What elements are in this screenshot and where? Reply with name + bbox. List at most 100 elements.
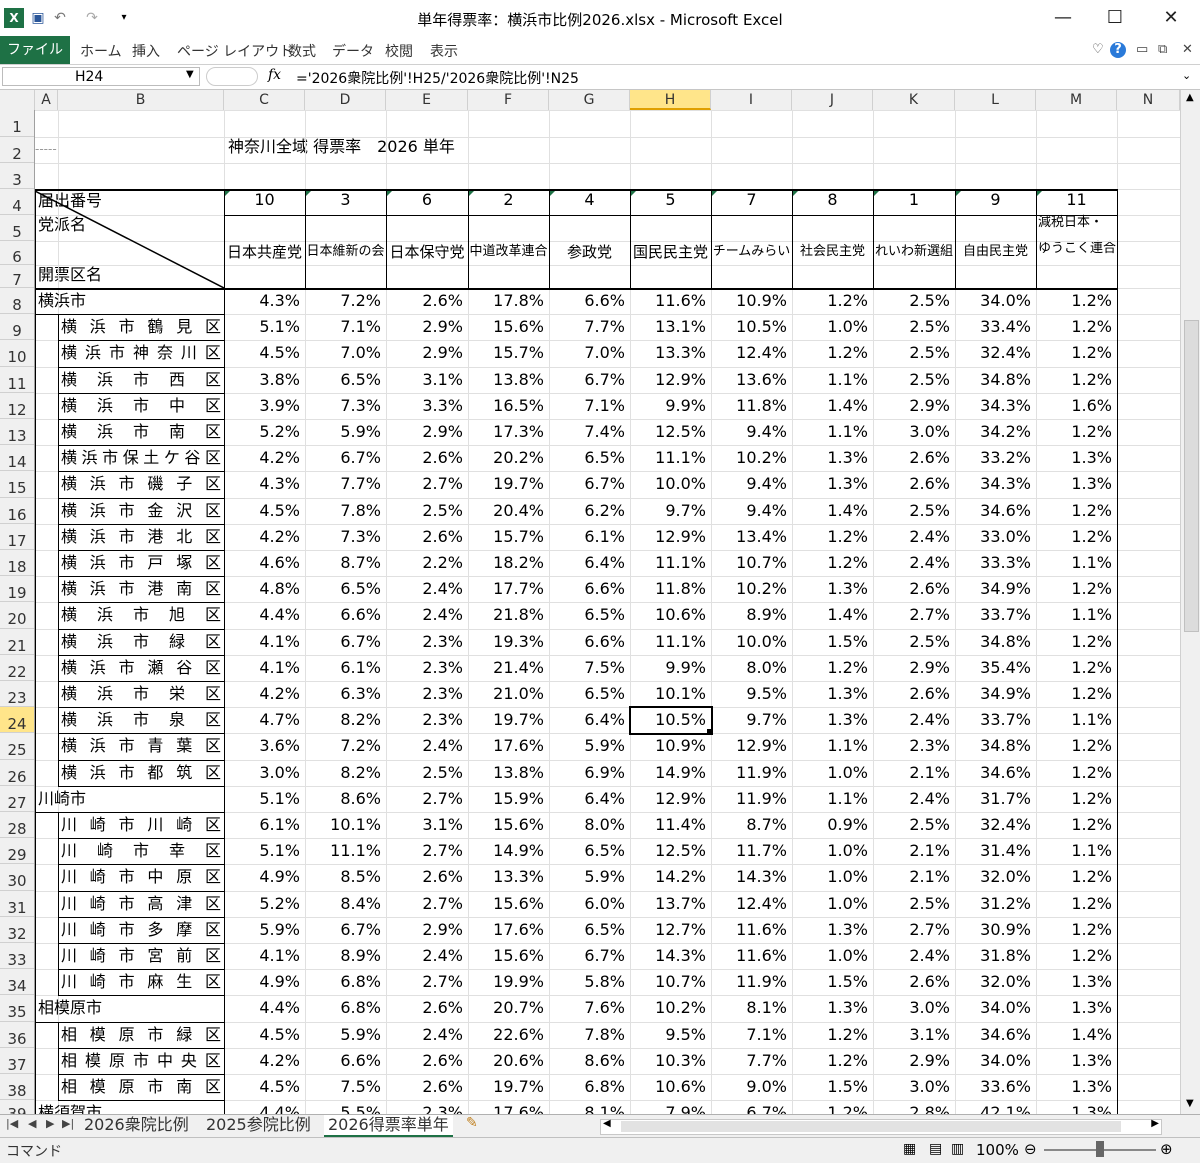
tab-view[interactable]: 表示 bbox=[430, 41, 458, 61]
value-cell[interactable]: 14.3% bbox=[630, 943, 706, 969]
value-cell[interactable]: 2.6% bbox=[873, 471, 950, 497]
party-name-cell[interactable]: 中道改革連合 bbox=[468, 239, 549, 265]
value-cell[interactable]: 20.4% bbox=[468, 498, 544, 524]
value-cell[interactable]: 5.1% bbox=[224, 838, 300, 864]
tab-review[interactable]: 校閲 bbox=[385, 41, 413, 61]
value-cell[interactable]: 34.3% bbox=[955, 471, 1031, 497]
value-cell[interactable]: 2.9% bbox=[386, 340, 463, 366]
ward-name-cell[interactable]: 横浜市都筑区 bbox=[61, 760, 221, 786]
value-cell[interactable]: 2.7% bbox=[873, 917, 950, 943]
value-cell[interactable]: 2.6% bbox=[386, 1074, 463, 1100]
row-header[interactable]: 22 bbox=[0, 655, 34, 681]
value-cell[interactable]: 4.5% bbox=[224, 1022, 300, 1048]
value-cell[interactable]: 2.3% bbox=[386, 681, 463, 707]
value-cell[interactable]: 4.6% bbox=[224, 550, 300, 576]
value-cell[interactable]: 4.5% bbox=[224, 498, 300, 524]
value-cell[interactable]: 4.1% bbox=[224, 655, 300, 681]
party-name-cell[interactable]: 国民民主党 bbox=[630, 239, 711, 265]
insert-function-icon[interactable]: fx bbox=[268, 67, 281, 83]
value-cell[interactable]: 12.9% bbox=[630, 367, 706, 393]
value-cell[interactable]: 8.9% bbox=[711, 602, 787, 628]
value-cell[interactable]: 34.9% bbox=[955, 681, 1031, 707]
value-cell[interactable]: 8.0% bbox=[549, 812, 625, 838]
value-cell[interactable]: 4.2% bbox=[224, 445, 300, 471]
value-cell[interactable]: 1.3% bbox=[792, 707, 868, 733]
ward-name-cell[interactable]: 横浜市鶴見区 bbox=[61, 314, 221, 340]
value-cell[interactable]: 4.3% bbox=[224, 288, 300, 314]
value-cell[interactable]: 1.2% bbox=[1036, 314, 1112, 340]
value-cell[interactable]: 10.9% bbox=[711, 288, 787, 314]
value-cell[interactable]: 6.4% bbox=[549, 786, 625, 812]
value-cell[interactable]: 1.2% bbox=[1036, 419, 1112, 445]
value-cell[interactable]: 1.2% bbox=[1036, 340, 1112, 366]
scroll-thumb[interactable] bbox=[1184, 320, 1199, 632]
page-layout-view-icon[interactable]: ▤ bbox=[929, 1141, 942, 1157]
row-header[interactable]: 23 bbox=[0, 681, 34, 708]
value-cell[interactable]: 2.9% bbox=[873, 393, 950, 419]
value-cell[interactable]: 13.3% bbox=[630, 340, 706, 366]
value-cell[interactable]: 4.5% bbox=[224, 1074, 300, 1100]
value-cell[interactable]: 6.5% bbox=[549, 917, 625, 943]
formula-input[interactable]: ='2026衆院比例'!H25/'2026衆院比例'!N25 bbox=[296, 68, 579, 88]
column-header-g[interactable]: G bbox=[549, 90, 630, 110]
value-cell[interactable]: 7.2% bbox=[305, 733, 381, 759]
value-cell[interactable]: 7.3% bbox=[305, 393, 381, 419]
value-cell[interactable]: 14.9% bbox=[468, 838, 544, 864]
value-cell[interactable]: 1.2% bbox=[1036, 943, 1112, 969]
value-cell[interactable]: 32.0% bbox=[955, 969, 1031, 995]
value-cell[interactable]: 6.6% bbox=[305, 1048, 381, 1074]
value-cell[interactable]: 1.0% bbox=[792, 760, 868, 786]
value-cell[interactable]: 11.1% bbox=[630, 445, 706, 471]
ward-name-cell[interactable]: 横浜市瀬谷区 bbox=[61, 655, 221, 681]
scroll-up-icon[interactable]: ▲ bbox=[1186, 92, 1194, 103]
value-cell[interactable]: 2.6% bbox=[386, 288, 463, 314]
value-cell[interactable]: 1.1% bbox=[792, 367, 868, 393]
value-cell[interactable]: 1.3% bbox=[792, 681, 868, 707]
value-cell[interactable]: 4.4% bbox=[224, 995, 300, 1021]
row-header[interactable]: 37 bbox=[0, 1048, 34, 1074]
value-cell[interactable]: 4.7% bbox=[224, 707, 300, 733]
value-cell[interactable]: 13.8% bbox=[468, 367, 544, 393]
city-name-cell[interactable]: 横浜市 bbox=[38, 288, 218, 314]
value-cell[interactable]: 7.0% bbox=[549, 340, 625, 366]
value-cell[interactable]: 16.5% bbox=[468, 393, 544, 419]
value-cell[interactable]: 15.7% bbox=[468, 340, 544, 366]
value-cell[interactable]: 7.1% bbox=[549, 393, 625, 419]
column-header-n[interactable]: N bbox=[1117, 90, 1180, 110]
row-header[interactable]: 30 bbox=[0, 864, 34, 891]
value-cell[interactable]: 2.1% bbox=[873, 838, 950, 864]
value-cell[interactable]: 19.3% bbox=[468, 629, 544, 655]
row-header[interactable]: 15 bbox=[0, 471, 34, 498]
value-cell[interactable]: 4.1% bbox=[224, 943, 300, 969]
value-cell[interactable]: 12.9% bbox=[630, 524, 706, 550]
value-cell[interactable]: 2.3% bbox=[873, 733, 950, 759]
value-cell[interactable]: 2.7% bbox=[386, 838, 463, 864]
value-cell[interactable]: 21.8% bbox=[468, 602, 544, 628]
value-cell[interactable]: 2.5% bbox=[873, 367, 950, 393]
ward-name-cell[interactable]: 横浜市南区 bbox=[61, 419, 221, 445]
value-cell[interactable]: 4.2% bbox=[224, 524, 300, 550]
value-cell[interactable]: 7.8% bbox=[549, 1022, 625, 1048]
value-cell[interactable]: 11.8% bbox=[630, 576, 706, 602]
value-cell[interactable]: 2.5% bbox=[386, 498, 463, 524]
value-cell[interactable]: 20.2% bbox=[468, 445, 544, 471]
value-cell[interactable]: 6.6% bbox=[549, 288, 625, 314]
value-cell[interactable]: 8.9% bbox=[305, 943, 381, 969]
row-header[interactable]: 34 bbox=[0, 969, 34, 996]
row-header[interactable]: 7 bbox=[0, 265, 34, 289]
value-cell[interactable]: 1.2% bbox=[1036, 629, 1112, 655]
value-cell[interactable]: 13.4% bbox=[711, 524, 787, 550]
value-cell[interactable]: 1.3% bbox=[1036, 445, 1112, 471]
value-cell[interactable]: 4.4% bbox=[224, 1100, 300, 1114]
row-header[interactable]: 26 bbox=[0, 760, 34, 786]
value-cell[interactable]: 1.4% bbox=[792, 498, 868, 524]
value-cell[interactable]: 2.3% bbox=[386, 707, 463, 733]
value-cell[interactable]: 2.7% bbox=[386, 786, 463, 812]
value-cell[interactable]: 2.7% bbox=[386, 471, 463, 497]
party-name-cell[interactable]: れいわ新選組 bbox=[873, 239, 955, 265]
value-cell[interactable]: 1.3% bbox=[792, 471, 868, 497]
value-cell[interactable]: 11.6% bbox=[711, 943, 787, 969]
ward-name-cell[interactable]: 相模原市中央区 bbox=[61, 1048, 221, 1074]
value-cell[interactable]: 1.1% bbox=[792, 419, 868, 445]
ribbon-close-icon[interactable]: ✕ bbox=[1182, 42, 1193, 57]
